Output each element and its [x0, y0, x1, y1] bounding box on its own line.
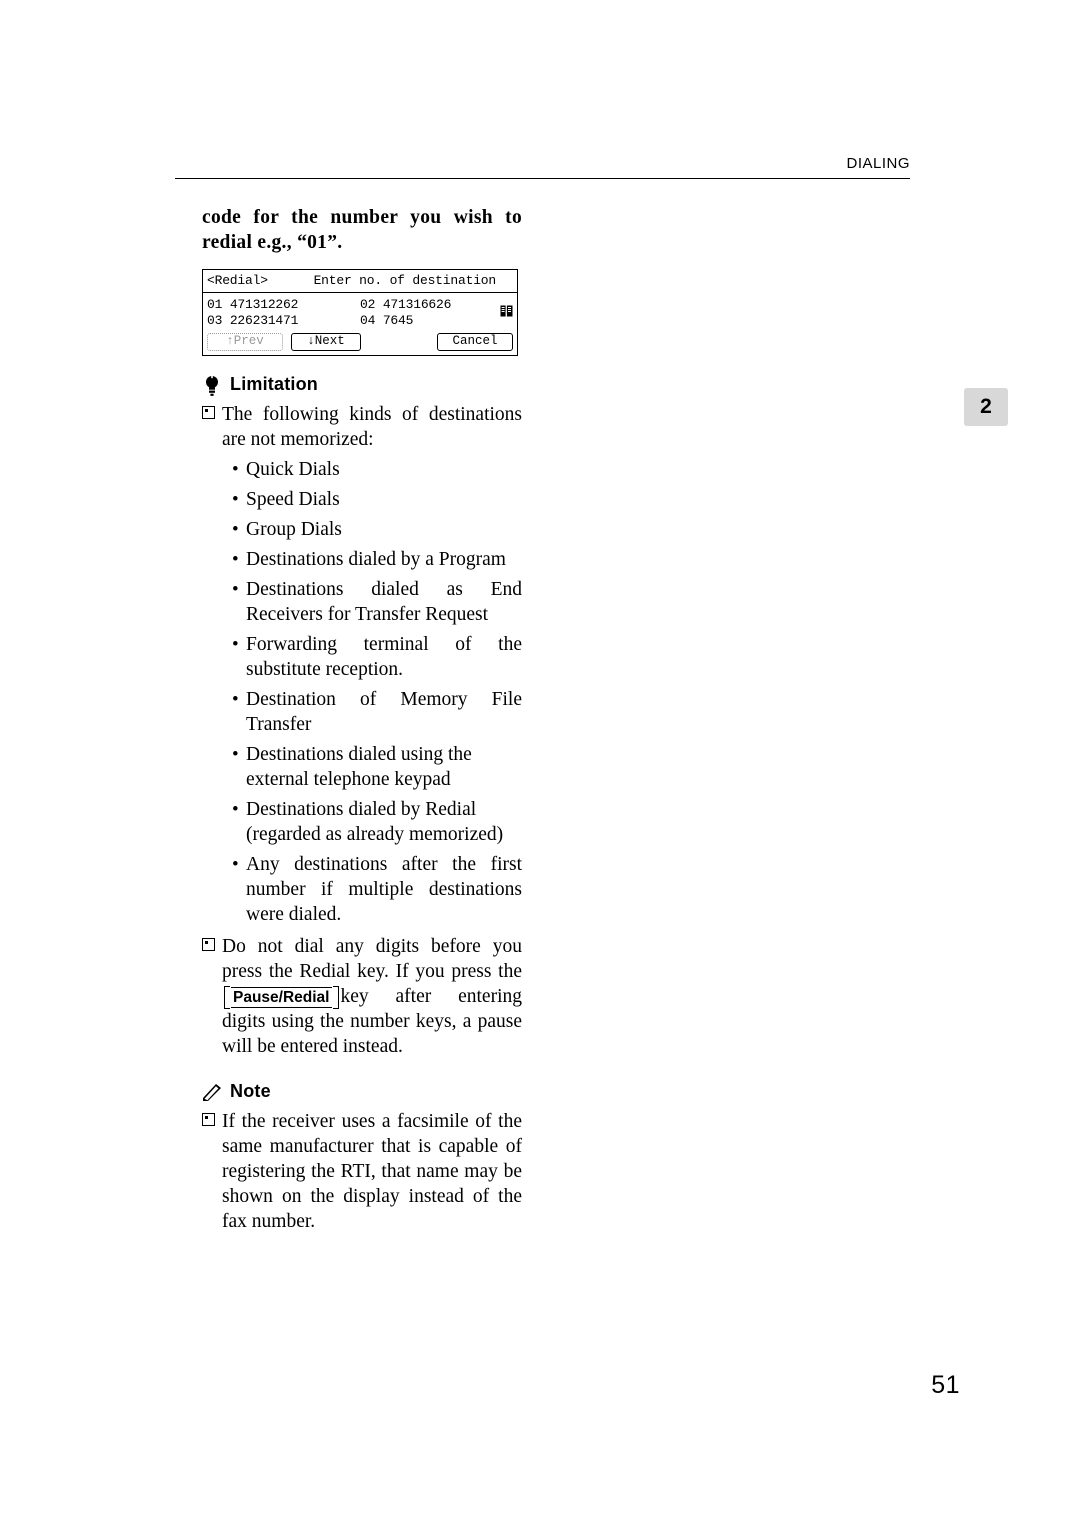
lcd-entry-04: 04 7645: [360, 313, 513, 329]
header-rule: [175, 178, 910, 179]
limitation-item-list: • Quick Dials • Speed Dials • Group Dial…: [202, 457, 522, 927]
document-page: DIALING 2 code for the number you wish t…: [0, 0, 1080, 1528]
limitation-intro-text: The following kinds of destinations are …: [222, 404, 522, 450]
list-item-label: Destinations dialed as End Receivers for…: [246, 579, 522, 625]
list-item-label: Destinations dialed by a Program: [246, 549, 506, 570]
bullet-dot: •: [232, 744, 239, 765]
list-item: • Destination of Memory File Transfer: [202, 687, 522, 737]
lcd-entry-02-number: 471316626: [382, 297, 452, 312]
lcd-entry-01-index: 01: [207, 297, 223, 312]
bullet-dot: •: [232, 689, 239, 710]
lcd-panel-illustration: <Redial> Enter no. of destination 01 471…: [202, 269, 518, 356]
bullet-dot: •: [232, 459, 239, 480]
lcd-cancel-button[interactable]: Cancel: [437, 333, 513, 351]
pause-redial-keycap-wrap: Pause/Redial: [222, 984, 341, 1009]
list-item-label: Forwarding terminal of the substitute re…: [246, 634, 522, 680]
lcd-entry-01: 01 471312262: [207, 297, 360, 313]
limitation-second-note-row: Do not dial any digits before you press …: [202, 934, 522, 1059]
bullet-dot: •: [232, 519, 239, 540]
lcd-entry-03-number: 226231471: [229, 313, 299, 328]
limitation-heading-label: Limitation: [230, 374, 318, 394]
main-column: code for the number you wish to redial e…: [202, 205, 522, 1234]
limitation-second-note-text: Do not dial any digits before you press …: [222, 934, 522, 1059]
limitation-heading: Limitation: [202, 374, 522, 396]
pause-redial-keycap[interactable]: Pause/Redial: [224, 986, 338, 1009]
list-item: • Any destinations after the first numbe…: [202, 852, 522, 927]
address-book-icon: [500, 275, 513, 316]
chapter-tab-number: 2: [980, 395, 992, 418]
lcd-entry-01-number: 471312262: [229, 297, 299, 312]
note-pencil-icon: [202, 1082, 222, 1102]
bullet-dot: •: [232, 549, 239, 570]
lcd-entry-04-index: 04: [360, 313, 376, 328]
lcd-entry-row: 03 226231471 04 7645: [207, 313, 513, 329]
list-item-label: Any destinations after the first number …: [246, 854, 522, 925]
lcd-entry-02-index: 02: [360, 297, 376, 312]
list-item: • Destinations dialed using the external…: [202, 742, 522, 792]
list-item: • Destinations dialed by Redial (regarde…: [202, 797, 522, 847]
list-item-label: Destinations dialed by Redial (regarded …: [246, 799, 504, 845]
limitation-intro-row: The following kinds of destinations are …: [202, 402, 522, 452]
second-note-part1: Do not dial any digits before you press …: [222, 936, 522, 982]
note-row: If the receiver uses a facsimile of the …: [202, 1109, 522, 1234]
lcd-entry-02: 02 471316626: [360, 297, 513, 313]
bullet-dot: •: [232, 579, 239, 600]
lcd-entry-list: 01 471312262 02 471316626 03 226231471 0…: [203, 293, 517, 331]
bullet-dot: •: [232, 634, 239, 655]
lcd-entry-03-index: 03: [207, 313, 223, 328]
lcd-prev-button[interactable]: ↑Prev: [207, 333, 283, 351]
list-item: • Forwarding terminal of the substitute …: [202, 632, 522, 682]
list-item-label: Group Dials: [246, 519, 342, 540]
lcd-title-row: <Redial> Enter no. of destination: [203, 270, 517, 316]
chapter-tab: 2: [964, 388, 1008, 426]
bullet-dot: •: [232, 854, 239, 875]
step-instruction: code for the number you wish to redial e…: [202, 207, 522, 253]
note-heading-label: Note: [230, 1081, 271, 1101]
list-item-label: Destination of Memory File Transfer: [246, 689, 522, 735]
list-item: • Quick Dials: [202, 457, 522, 482]
list-item: • Destinations dialed by a Program: [202, 547, 522, 572]
lcd-entry-row: 01 471312262 02 471316626: [207, 297, 513, 313]
list-item: • Speed Dials: [202, 487, 522, 512]
list-item-label: Speed Dials: [246, 489, 340, 510]
limitation-icon: [202, 374, 222, 396]
lcd-next-button[interactable]: ↓Next: [291, 333, 361, 351]
list-item: • Group Dials: [202, 517, 522, 542]
hollow-square-bullet: [202, 402, 222, 452]
list-item-label: Quick Dials: [246, 459, 340, 480]
lcd-button-row: ↑Prev ↓Next Cancel: [203, 331, 517, 355]
hollow-square-bullet: [202, 934, 222, 1059]
page-number: 51: [931, 1371, 960, 1399]
lcd-title-spacer: [268, 273, 314, 288]
note-text: If the receiver uses a facsimile of the …: [222, 1111, 522, 1232]
lcd-entry-04-number: 7645: [382, 313, 414, 328]
lcd-entry-03: 03 226231471: [207, 313, 360, 329]
list-item: • Destinations dialed as End Receivers f…: [202, 577, 522, 627]
bullet-dot: •: [232, 489, 239, 510]
bullet-dot: •: [232, 799, 239, 820]
running-head: DIALING: [846, 155, 910, 172]
lcd-title: <Redial>: [207, 273, 268, 288]
hollow-square-bullet: [202, 1109, 222, 1234]
lcd-prompt: Enter no. of destination: [313, 273, 497, 288]
note-heading: Note: [202, 1081, 522, 1102]
list-item-label: Destinations dialed using the external t…: [246, 744, 472, 790]
